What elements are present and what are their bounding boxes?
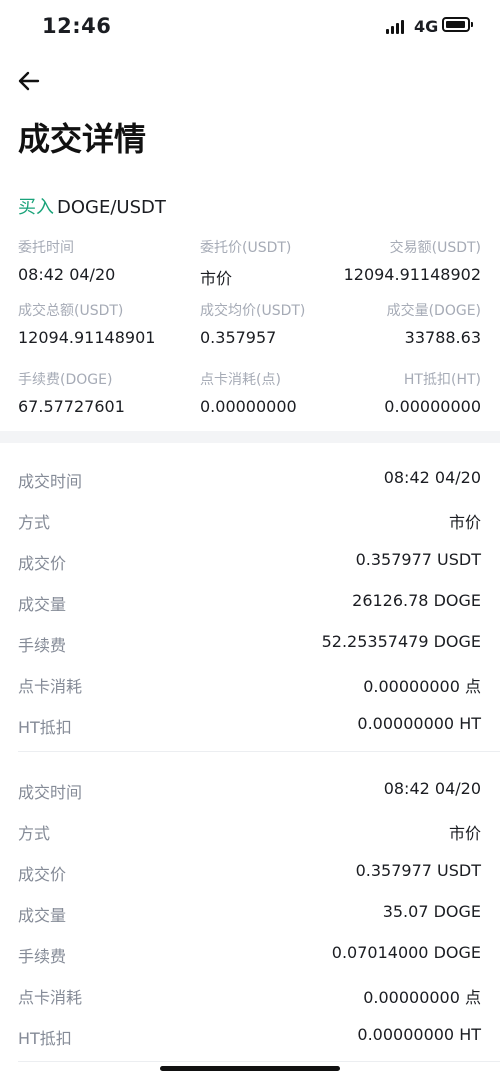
status-bar: 12:46 4G <box>0 0 500 54</box>
detail-label: 手续费 <box>18 947 67 966</box>
detail-value: 0.357977 USDT <box>355 861 481 880</box>
detail-value: 市价 <box>448 513 481 532</box>
detail-label: 成交价 <box>18 865 67 884</box>
detail-label: 方式 <box>18 513 51 532</box>
summary-value: 0.00000000 <box>384 397 481 416</box>
signal-icon <box>386 20 406 34</box>
back-button[interactable] <box>12 64 46 98</box>
battery-icon <box>442 17 473 32</box>
summary-value: 12094.91148901 <box>18 328 156 347</box>
status-time: 12:46 <box>42 14 112 38</box>
detail-label: 成交量 <box>18 595 67 614</box>
order-side: 买入 <box>18 197 54 218</box>
detail-row: 成交时间 08:42 04/20 <box>0 464 500 494</box>
detail-label: 点卡消耗 <box>18 988 83 1007</box>
summary-label: 成交总额(USDT) <box>18 303 124 319</box>
arrow-left-icon <box>18 71 40 91</box>
summary-label: 委托时间 <box>18 240 74 256</box>
summary-label: 委托价(USDT) <box>200 240 292 256</box>
detail-row: 成交价 0.357977 USDT <box>0 857 500 887</box>
detail-row: 手续费 0.07014000 DOGE <box>0 939 500 969</box>
section-divider <box>0 431 500 443</box>
detail-row: HT抵扣 0.00000000 HT <box>0 710 500 740</box>
detail-value: 08:42 04/20 <box>383 779 481 798</box>
detail-row: 点卡消耗 0.00000000 点 <box>0 980 500 1010</box>
summary-label: 成交均价(USDT) <box>200 303 306 319</box>
summary-value: 08:42 04/20 <box>18 265 116 284</box>
summary-value: 67.57727601 <box>18 397 125 416</box>
detail-label: 成交时间 <box>18 472 83 491</box>
detail-row: 点卡消耗 0.00000000 点 <box>0 669 500 699</box>
summary-label: HT抵扣(HT) <box>403 372 481 388</box>
detail-label: 成交价 <box>18 554 67 573</box>
record-divider <box>18 751 500 752</box>
summary-value: 0.00000000 <box>200 397 297 416</box>
detail-value: 0.00000000 HT <box>357 714 481 733</box>
detail-label: 点卡消耗 <box>18 677 83 696</box>
detail-value: 0.00000000 点 <box>363 988 481 1007</box>
detail-value: 35.07 DOGE <box>382 902 481 921</box>
record-divider <box>18 1061 500 1062</box>
summary-value: 12094.91148902 <box>343 265 481 284</box>
detail-value: 市价 <box>448 824 481 843</box>
summary-label: 交易额(USDT) <box>389 240 481 256</box>
detail-row: 方式 市价 <box>0 816 500 846</box>
detail-value: 26126.78 DOGE <box>352 591 481 610</box>
detail-value: 0.00000000 点 <box>363 677 481 696</box>
detail-value: 0.357977 USDT <box>355 550 481 569</box>
page-title: 成交详情 <box>18 120 147 158</box>
detail-row: 成交量 35.07 DOGE <box>0 898 500 928</box>
detail-row: 成交量 26126.78 DOGE <box>0 587 500 617</box>
detail-label: 方式 <box>18 824 51 843</box>
summary-value: 市价 <box>200 269 233 288</box>
summary-label: 点卡消耗(点) <box>200 372 281 388</box>
detail-value: 0.00000000 HT <box>357 1025 481 1044</box>
trading-pair: DOGE/USDT <box>57 197 166 218</box>
detail-row: HT抵扣 0.00000000 HT <box>0 1021 500 1051</box>
detail-row: 手续费 52.25357479 DOGE <box>0 628 500 658</box>
detail-label: HT抵扣 <box>18 718 72 737</box>
network-type: 4G <box>414 17 439 36</box>
summary-label: 手续费(DOGE) <box>18 372 113 388</box>
summary-value: 0.357957 <box>200 328 277 347</box>
summary-value: 33788.63 <box>404 328 481 347</box>
detail-value: 08:42 04/20 <box>383 468 481 487</box>
detail-label: 成交时间 <box>18 783 83 802</box>
detail-label: 手续费 <box>18 636 67 655</box>
detail-row: 方式 市价 <box>0 505 500 535</box>
detail-label: 成交量 <box>18 906 67 925</box>
order-pair-line: 买入 DOGE/USDT <box>18 193 166 219</box>
summary-label: 成交量(DOGE) <box>386 303 481 319</box>
home-indicator[interactable] <box>160 1066 340 1071</box>
detail-value: 52.25357479 DOGE <box>321 632 481 651</box>
detail-row: 成交价 0.357977 USDT <box>0 546 500 576</box>
detail-row: 成交时间 08:42 04/20 <box>0 775 500 805</box>
detail-label: HT抵扣 <box>18 1029 72 1048</box>
detail-value: 0.07014000 DOGE <box>331 943 481 962</box>
